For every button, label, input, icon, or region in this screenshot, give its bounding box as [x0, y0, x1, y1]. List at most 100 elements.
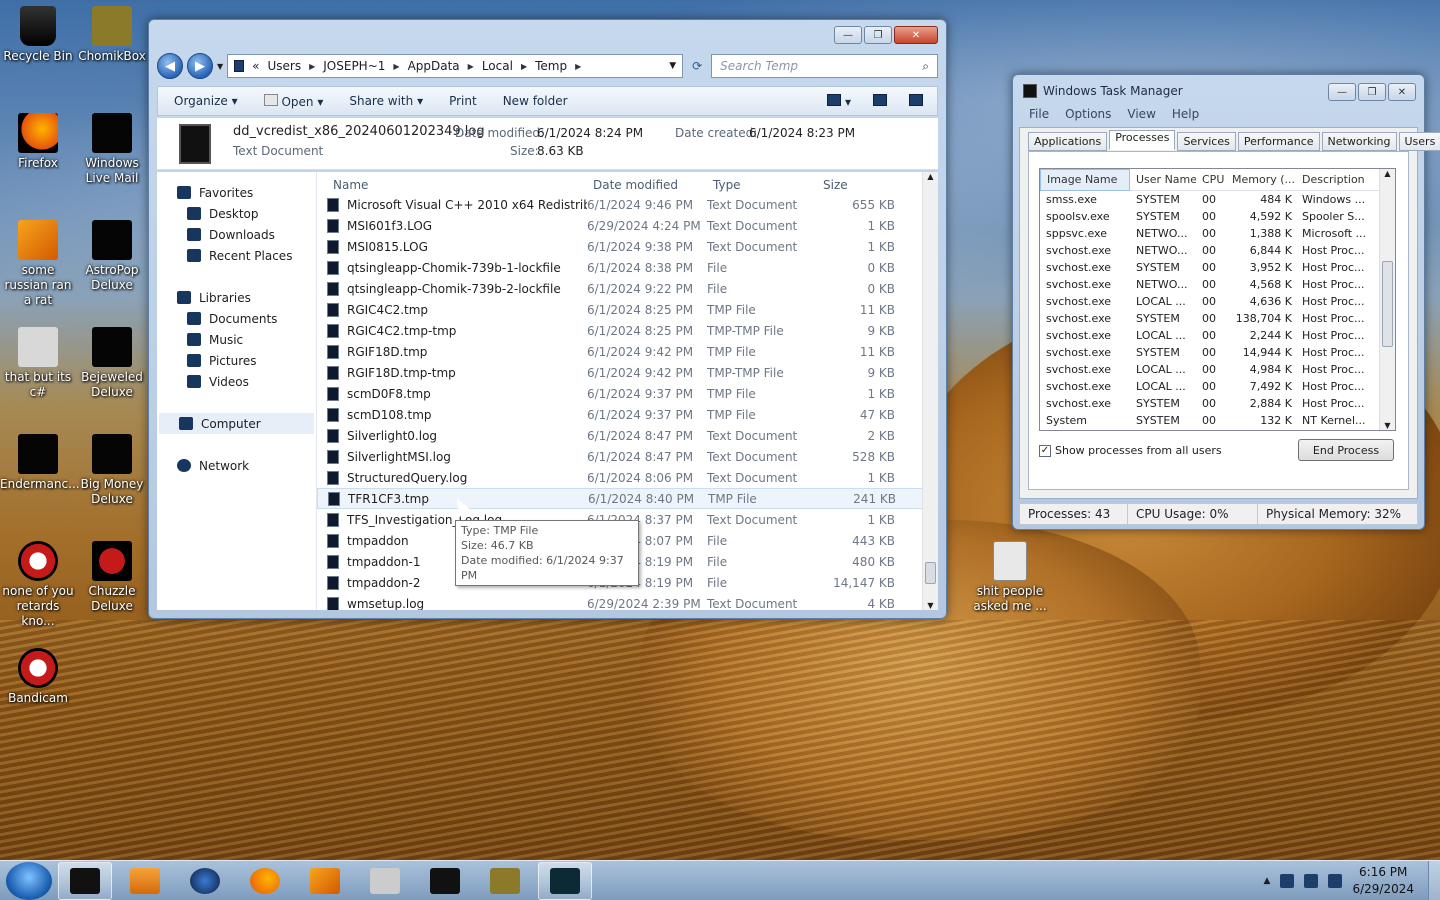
desktop-icon-none-of-you[interactable]: none of you retards kno...: [0, 541, 76, 629]
file-row[interactable]: RGIC4C2.tmp 6/1/2024 8:25 PM TMP File 11 KB: [317, 299, 938, 320]
taskbar-chomikbox[interactable]: [478, 862, 532, 900]
address-dropdown-icon[interactable]: ▼: [669, 61, 676, 71]
nav-music[interactable]: Music: [157, 329, 316, 350]
column-description[interactable]: Description: [1296, 173, 1372, 186]
close-button[interactable]: ✕: [894, 26, 938, 44]
minimize-button[interactable]: —: [834, 26, 862, 44]
taskbar-explorer[interactable]: [58, 861, 112, 900]
nav-favorites[interactable]: Favorites: [157, 182, 316, 203]
desktop-icon-bejeweled[interactable]: Bejeweled Deluxe: [74, 327, 150, 400]
recent-pages-dropdown-icon[interactable]: ▼: [217, 62, 223, 71]
refresh-icon[interactable]: ⟳: [687, 59, 707, 73]
desktop-icon-russian-rat[interactable]: some russian ran a rat: [0, 220, 76, 308]
breadcrumb-local[interactable]: Local: [482, 59, 513, 73]
scroll-up-icon[interactable]: ▲: [1380, 169, 1395, 178]
nav-computer[interactable]: Computer: [159, 413, 314, 434]
volume-icon[interactable]: [1328, 873, 1343, 888]
chevron-right-icon[interactable]: ▶: [521, 62, 527, 71]
taskbar-windows[interactable]: [358, 862, 412, 900]
taskbar-app[interactable]: [178, 862, 232, 900]
file-row[interactable]: Silverlight0.log 6/1/2024 8:47 PM Text Doc…: [317, 425, 938, 446]
tab-services[interactable]: Services: [1177, 132, 1236, 151]
change-view-icon[interactable]: ▾: [827, 93, 851, 109]
tab-processes[interactable]: Processes: [1109, 130, 1176, 150]
tab-networking[interactable]: Networking: [1321, 132, 1397, 151]
file-row[interactable]: TFR1CF3.tmp 6/1/2024 8:40 PM TMP File 241 K…: [317, 488, 938, 509]
clock[interactable]: 6:16 PM 6/29/2024: [1352, 864, 1414, 898]
tab-applications[interactable]: Applications: [1028, 132, 1108, 151]
forward-button[interactable]: ▶: [187, 53, 213, 79]
minimize-button[interactable]: —: [1328, 83, 1356, 101]
help-icon[interactable]: [909, 93, 923, 109]
file-row[interactable]: Microsoft Visual C++ 2010 x64 Redistrib.…: [317, 194, 938, 215]
open-button[interactable]: Open ▾: [263, 93, 323, 109]
process-row[interactable]: svchost.exe SYSTEM 00 3,952 K Host Proc...: [1040, 259, 1395, 276]
desktop-icon-endermanch[interactable]: Endermanc...: [0, 434, 80, 492]
process-row[interactable]: System Idle P...SYSTEM9924 KPercenta...: [1040, 429, 1395, 430]
process-row[interactable]: System SYSTEM 00 132 K NT Kernel...: [1040, 412, 1395, 429]
column-user-name[interactable]: User Name: [1130, 173, 1196, 186]
show-hidden-icons-icon[interactable]: ▲: [1264, 876, 1271, 886]
nav-documents[interactable]: Documents: [157, 308, 316, 329]
desktop-icon-windows-live-mail[interactable]: Windows Live Mail: [74, 113, 150, 186]
desktop-icon-chomikbox[interactable]: ChomikBox: [74, 6, 150, 64]
show-desktop-button[interactable]: [1428, 861, 1440, 900]
task-manager-window[interactable]: Windows Task Manager — ❐ ✕ File Options …: [1012, 74, 1440, 530]
taskbar-firefox[interactable]: [238, 862, 292, 900]
desktop-icon-bandicam[interactable]: Bandicam: [0, 648, 76, 706]
process-row[interactable]: svchost.exe LOCAL ... 00 4,984 K Host Proc..…: [1040, 361, 1395, 378]
nav-libraries[interactable]: Libraries: [157, 287, 316, 308]
taskbar-dreamweaver[interactable]: [298, 862, 352, 900]
print-button[interactable]: Print: [449, 94, 477, 108]
process-row[interactable]: svchost.exe SYSTEM 00 138,704 K Host Proc...: [1040, 310, 1395, 327]
process-row[interactable]: svchost.exe LOCAL ... 00 2,244 K Host Proc..…: [1040, 327, 1395, 344]
column-date-modified[interactable]: Date modified: [593, 178, 713, 194]
breadcrumb-appdata[interactable]: AppData: [408, 59, 460, 73]
process-row[interactable]: svchost.exe LOCAL ... 00 7,492 K Host Proc..…: [1040, 378, 1395, 395]
monitor-icon[interactable]: [1304, 873, 1319, 888]
tab-performance[interactable]: Performance: [1237, 132, 1320, 151]
column-size[interactable]: Size: [823, 178, 883, 194]
share-with-button[interactable]: Share with ▾: [349, 94, 423, 108]
taskbar-notepad[interactable]: [418, 862, 472, 900]
desktop-icon-chuzzle[interactable]: Chuzzle Deluxe: [74, 541, 150, 614]
maximize-button[interactable]: ❐: [1358, 83, 1386, 101]
column-name[interactable]: Name: [333, 178, 593, 194]
process-list-scrollbar[interactable]: ▲ ▼: [1379, 169, 1395, 430]
breadcrumb-overflow[interactable]: «: [252, 59, 259, 73]
show-all-processes-checkbox[interactable]: ✓ Show processes from all users: [1039, 444, 1222, 457]
breadcrumb-joseph[interactable]: JOSEPH~1: [323, 59, 385, 73]
menu-help[interactable]: Help: [1172, 107, 1199, 125]
breadcrumb-users[interactable]: Users: [268, 59, 302, 73]
column-type[interactable]: Type: [713, 178, 823, 194]
desktop-icon-that-but-its-csharp[interactable]: that but its c#: [0, 327, 76, 400]
close-button[interactable]: ✕: [1388, 83, 1416, 101]
menu-file[interactable]: File: [1029, 107, 1049, 125]
desktop-icon-astropop[interactable]: AstroPop Deluxe: [74, 220, 150, 293]
process-row[interactable]: smss.exe SYSTEM 00 484 K Windows ...: [1040, 191, 1395, 208]
tab-users[interactable]: Users: [1398, 132, 1440, 151]
desktop-icon-big-money[interactable]: Big Money Deluxe: [74, 434, 150, 507]
process-row[interactable]: svchost.exe SYSTEM 00 2,884 K Host Proc...: [1040, 395, 1395, 412]
breadcrumb-temp[interactable]: Temp: [535, 59, 567, 73]
address-bar[interactable]: « Users ▶ JOSEPH~1 ▶ AppData ▶ Local ▶ Temp ▶…: [227, 54, 684, 78]
scroll-down-icon[interactable]: ▼: [923, 601, 938, 610]
scroll-up-icon[interactable]: ▲: [923, 172, 938, 181]
flag-icon[interactable]: [1280, 873, 1295, 888]
process-row[interactable]: svchost.exe SYSTEM 00 14,944 K Host Proc...: [1040, 344, 1395, 361]
scrollbar-thumb[interactable]: [925, 562, 936, 584]
process-row[interactable]: svchost.exe NETWO... 00 6,844 K Host Proc...: [1040, 242, 1395, 259]
chevron-right-icon[interactable]: ▶: [575, 62, 581, 71]
file-row[interactable]: scmD108.tmp 6/1/2024 9:37 PM TMP File 47 KB: [317, 404, 938, 425]
column-image-name[interactable]: Image Name: [1040, 169, 1130, 191]
file-row[interactable]: qtsingleapp-Chomik-739b-1-lockfile 6/1/20…: [317, 257, 938, 278]
process-row[interactable]: sppsvc.exe NETWO... 00 1,388 K Microsoft ...: [1040, 225, 1395, 242]
back-button[interactable]: ◀: [157, 53, 183, 79]
chevron-right-icon[interactable]: ▶: [309, 62, 315, 71]
scroll-down-icon[interactable]: ▼: [1380, 421, 1395, 430]
menu-options[interactable]: Options: [1065, 107, 1111, 125]
file-row[interactable]: RGIF18D.tmp-tmp 6/1/2024 9:42 PM TMP-TMP F…: [317, 362, 938, 383]
maximize-button[interactable]: ❐: [864, 26, 892, 44]
file-row[interactable]: MSI601f3.LOG 6/29/2024 4:24 PM Text Docume…: [317, 215, 938, 236]
desktop-icon-recycle-bin[interactable]: Recycle Bin: [0, 6, 76, 64]
